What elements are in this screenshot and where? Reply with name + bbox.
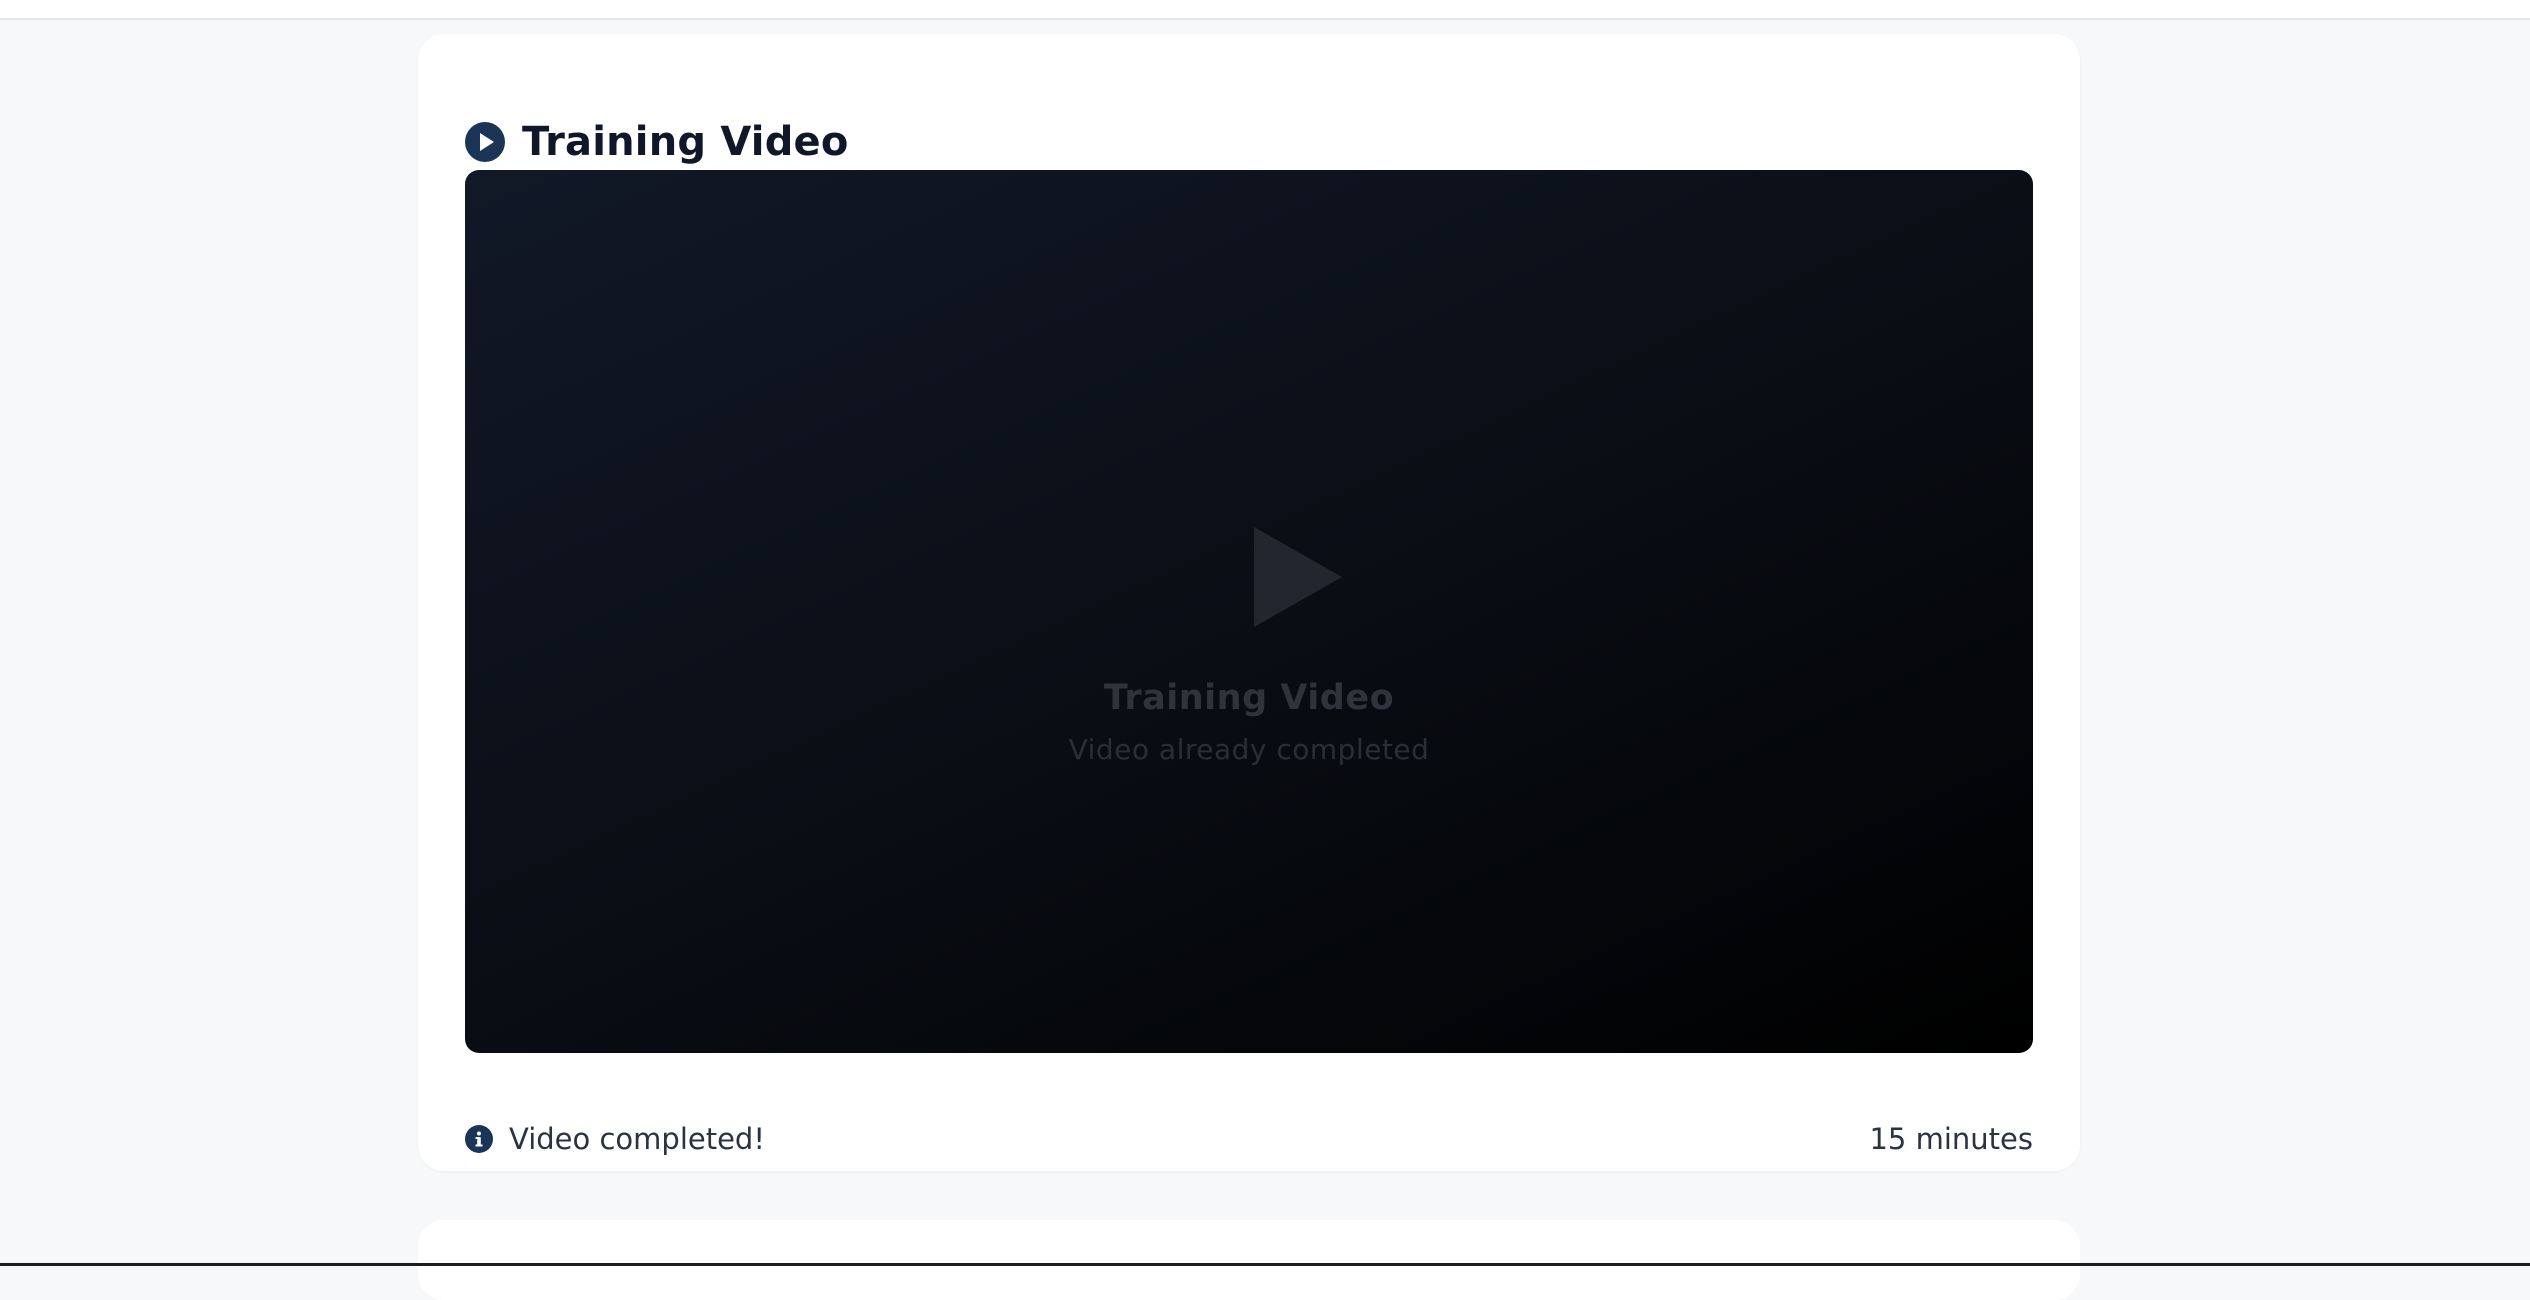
play-circle-icon <box>465 122 505 162</box>
completion-status: Video completed! <box>465 1122 765 1156</box>
next-section-card <box>418 1220 2080 1300</box>
video-status-subtitle: Video already completed <box>1068 733 1430 766</box>
video-player[interactable]: Training Video Video already completed <box>465 170 2033 1053</box>
card-header: Training Video <box>465 118 849 166</box>
video-title: Training Video <box>1103 678 1395 718</box>
video-duration: 15 minutes <box>1869 1122 2033 1156</box>
info-icon <box>465 1125 493 1153</box>
play-icon[interactable] <box>1254 527 1342 627</box>
training-video-card: Training Video Training Video Video alre… <box>418 34 2080 1171</box>
completion-status-text: Video completed! <box>509 1122 765 1156</box>
top-navigation-bar <box>0 0 2530 20</box>
video-footer: Video completed! 15 minutes <box>465 1122 2033 1156</box>
card-title: Training Video <box>522 119 849 165</box>
